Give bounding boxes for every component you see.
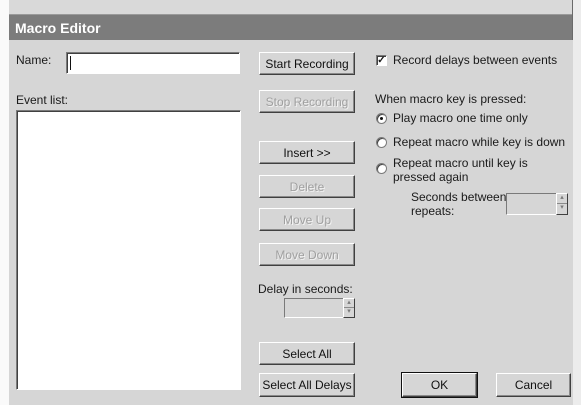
window-title: Macro Editor (15, 20, 101, 36)
seconds-between-label-line2: repeats: (411, 204, 455, 218)
move-up-button[interactable]: Move Up (259, 208, 355, 231)
record-delays-checkbox[interactable]: ✓ (376, 55, 387, 66)
repeat-until-pressed-radio[interactable] (376, 163, 387, 174)
seconds-between-input[interactable] (506, 193, 557, 215)
macro-editor-dialog: Name: Event list: Start Recording Stop R… (9, 40, 573, 405)
spin-up-icon[interactable]: ▴ (557, 194, 567, 204)
repeat-while-down-radio[interactable] (376, 137, 387, 148)
window-left-edge (0, 0, 9, 405)
insert-button[interactable]: Insert >> (259, 141, 355, 164)
name-label: Name: (16, 53, 52, 67)
ok-button[interactable]: OK (401, 372, 478, 398)
repeat-until-pressed-label-line1: Repeat macro until key is (393, 156, 528, 170)
radio-selected-dot (380, 117, 383, 120)
cancel-button[interactable]: Cancel (496, 373, 571, 397)
spin-up-icon[interactable]: ▴ (344, 299, 354, 308)
title-bar[interactable]: Macro Editor (9, 14, 572, 40)
select-all-delays-button[interactable]: Select All Delays (259, 373, 355, 397)
play-once-label: Play macro one time only (393, 111, 528, 125)
select-all-button[interactable]: Select All (259, 342, 355, 365)
move-down-button[interactable]: Move Down (259, 243, 355, 266)
delay-label: Delay in seconds: (258, 282, 353, 296)
check-mark-icon: ✓ (377, 55, 386, 66)
name-input[interactable] (66, 52, 240, 74)
window-right-edge (572, 0, 581, 405)
macro-key-heading: When macro key is pressed: (375, 92, 527, 106)
seconds-between-spinner[interactable]: ▴ ▾ (556, 193, 568, 215)
record-delays-label: Record delays between events (393, 53, 558, 67)
play-once-radio[interactable] (376, 113, 387, 124)
delay-input[interactable] (284, 298, 344, 318)
stop-recording-button[interactable]: Stop Recording (259, 90, 355, 113)
spin-down-icon[interactable]: ▾ (344, 308, 354, 317)
repeat-until-pressed-label-line2: pressed again (393, 170, 469, 184)
start-recording-button[interactable]: Start Recording (259, 52, 355, 75)
event-list-label: Event list: (16, 93, 69, 107)
repeat-while-down-label: Repeat macro while key is down (393, 135, 566, 149)
spin-down-icon[interactable]: ▾ (557, 204, 567, 214)
text-caret (70, 56, 71, 70)
event-list-box[interactable] (16, 110, 241, 390)
seconds-between-label-line1: Seconds between (411, 190, 507, 204)
delete-button[interactable]: Delete (259, 175, 355, 198)
delay-spinner[interactable]: ▴ ▾ (343, 298, 355, 318)
